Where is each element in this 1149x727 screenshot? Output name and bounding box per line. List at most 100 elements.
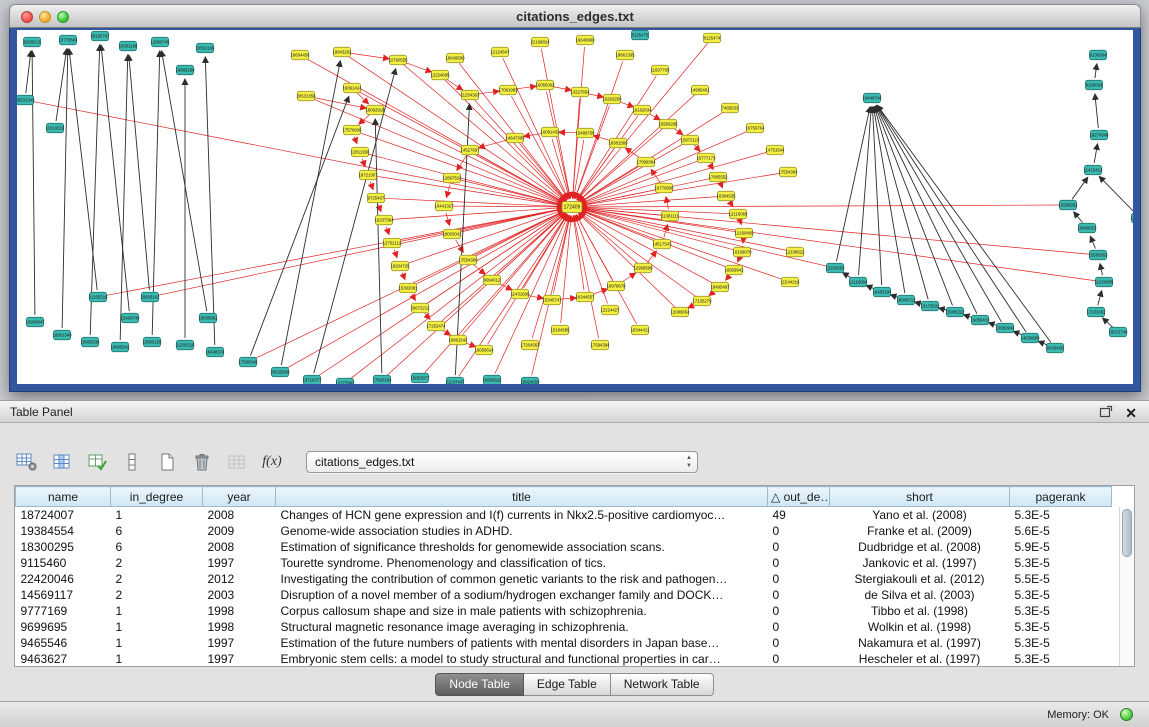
graph-edge[interactable] — [383, 198, 563, 206]
graph-node[interactable]: 16649960 — [575, 35, 595, 45]
graph-node[interactable]: 12867516 — [442, 173, 462, 183]
table-cell[interactable]: 5.3E-5 — [1010, 603, 1112, 619]
graph-edge[interactable] — [357, 93, 368, 104]
table-cell[interactable]: Corpus callosum shape and size in male p… — [276, 603, 768, 619]
graph-edge[interactable] — [511, 96, 567, 199]
table-row[interactable]: 2242004622012Investigating the contribut… — [16, 571, 1112, 587]
graph-edge[interactable] — [381, 113, 564, 203]
graph-node[interactable]: 12116064 — [849, 277, 868, 287]
graph-node[interactable]: 16959947 — [25, 317, 45, 327]
graph-node[interactable]: 12224427 — [600, 305, 620, 315]
graph-edge[interactable] — [446, 79, 463, 90]
graph-node[interactable]: 9196064 — [1086, 80, 1103, 90]
graph-node[interactable]: 16091424 — [342, 83, 362, 93]
graph-node[interactable]: 16770606 — [654, 183, 674, 193]
graph-node[interactable]: 16059410 — [970, 315, 990, 325]
graph-node[interactable]: 19943262 — [332, 47, 352, 57]
graph-edge[interactable] — [651, 169, 660, 182]
table-cell[interactable]: 2012 — [203, 571, 276, 587]
graph-node[interactable]: 15595852 — [1058, 200, 1078, 210]
graph-edge[interactable] — [250, 96, 348, 355]
table-cell[interactable]: 6 — [111, 539, 203, 555]
graph-edge[interactable] — [877, 106, 1002, 322]
column-header-5[interactable]: short — [830, 487, 1010, 507]
graph-node[interactable]: 19274349 — [1089, 130, 1109, 140]
graph-node[interactable]: 12108622 — [785, 247, 805, 257]
table-cell[interactable]: 22420046 — [16, 571, 111, 587]
table-row[interactable]: 1938455462009Genome-wide association stu… — [16, 523, 1112, 539]
table-cell[interactable]: 1 — [111, 619, 203, 635]
graph-node[interactable]: 17586548 — [238, 357, 258, 367]
graph-node[interactable]: 17103452 — [1086, 307, 1106, 317]
graph-edge[interactable] — [157, 209, 563, 296]
table-cell[interactable]: 9777169 — [16, 603, 111, 619]
new-table-button[interactable] — [154, 450, 180, 474]
graph-node[interactable]: 12089654 — [670, 307, 690, 317]
graph-node[interactable]: 9725407 — [368, 193, 385, 203]
table-cell[interactable]: 0 — [768, 555, 830, 571]
graph-edge[interactable] — [463, 214, 567, 335]
graph-edge[interactable] — [579, 212, 696, 297]
table-cell[interactable]: 5.3E-5 — [1010, 507, 1112, 523]
table-row[interactable]: 977716911998Corpus callosum shape and si… — [16, 603, 1112, 619]
table-cell[interactable]: 2 — [111, 587, 203, 603]
table-cell[interactable]: 9463627 — [16, 651, 111, 667]
graph-node[interactable]: 18092916 — [365, 105, 385, 115]
graph-node[interactable]: 16650614 — [474, 345, 494, 355]
graph-edge[interactable] — [738, 258, 740, 261]
graph-edge[interactable] — [581, 205, 1061, 207]
column-header-0[interactable]: name — [16, 487, 111, 507]
column-header-6[interactable]: pagerank — [1010, 487, 1112, 507]
graph-node[interactable]: 8125474 — [704, 33, 721, 43]
table-cell[interactable]: 2003 — [203, 587, 276, 603]
create-column-button[interactable] — [84, 450, 110, 474]
graph-node[interactable]: 19965190 — [175, 65, 195, 75]
table-cell[interactable]: Estimation of significance thresholds fo… — [276, 539, 768, 555]
graph-edge[interactable] — [1098, 291, 1102, 306]
table-source-select[interactable]: citations_edges.txt ▲▼ — [306, 451, 698, 473]
graph-node[interactable]: 12811958 — [351, 147, 370, 157]
column-header-3[interactable]: title — [276, 487, 768, 507]
graph-edge[interactable] — [664, 225, 668, 238]
table-cell[interactable]: 0 — [768, 523, 830, 539]
graph-edge[interactable] — [359, 115, 370, 125]
graph-node[interactable]: 21205316 — [88, 292, 108, 302]
graph-node[interactable]: 16972740 — [1108, 327, 1128, 337]
graph-node[interactable]: 15905155 — [142, 337, 162, 347]
graph-node[interactable]: 9256513 — [24, 37, 41, 47]
table-cell[interactable]: 5.9E-5 — [1010, 539, 1112, 555]
table-cell[interactable]: Disruption of a novel member of a sodium… — [276, 587, 768, 603]
graph-edge[interactable] — [524, 215, 568, 288]
graph-node[interactable]: 11544216 — [781, 277, 800, 287]
graph-node[interactable]: 16237364 — [374, 215, 394, 225]
close-panel-button[interactable]: ✕ — [1125, 402, 1137, 424]
graph-node[interactable]: 18945712 — [896, 295, 916, 305]
table-row[interactable]: 1872400712008Changes of HCN gene express… — [16, 507, 1112, 523]
graph-edge[interactable] — [405, 62, 432, 72]
table-cell[interactable]: 9465546 — [16, 635, 111, 651]
table-cell[interactable]: Estimation of the future numbers of pati… — [276, 635, 768, 651]
graph-node[interactable]: 17903294 — [372, 375, 392, 384]
table-cell[interactable]: 5.3E-5 — [1010, 635, 1112, 651]
graph-node[interactable]: 8125475 — [632, 30, 649, 40]
graph-hub-node[interactable]: 172409 — [562, 202, 582, 213]
import-table-button[interactable] — [224, 450, 250, 474]
graph-node[interactable]: 15716377 — [302, 375, 322, 384]
graph-node[interactable]: 16501169 — [196, 43, 215, 53]
graph-edge[interactable] — [666, 197, 669, 209]
graph-edge[interactable] — [370, 182, 373, 190]
table-row[interactable]: 946362711997Embryonic stem cells: a mode… — [16, 651, 1112, 667]
graph-edge[interactable] — [349, 53, 389, 59]
graph-node[interactable]: 16344557 — [575, 292, 595, 302]
graph-edge[interactable] — [477, 91, 499, 94]
memory-indicator[interactable] — [1120, 708, 1133, 721]
table-cell[interactable]: 5.3E-5 — [1010, 651, 1112, 667]
graph-node[interactable]: 20625669 — [270, 367, 290, 377]
table-cell[interactable]: Nakamura et al. (1997) — [830, 635, 1010, 651]
float-panel-button[interactable] — [1099, 404, 1113, 418]
graph-edge[interactable] — [726, 275, 730, 280]
graph-node[interactable]: 11431699 — [511, 289, 530, 299]
graph-edge[interactable] — [362, 159, 365, 167]
table-cell[interactable]: 49 — [768, 507, 830, 523]
graph-edge[interactable] — [313, 97, 366, 108]
